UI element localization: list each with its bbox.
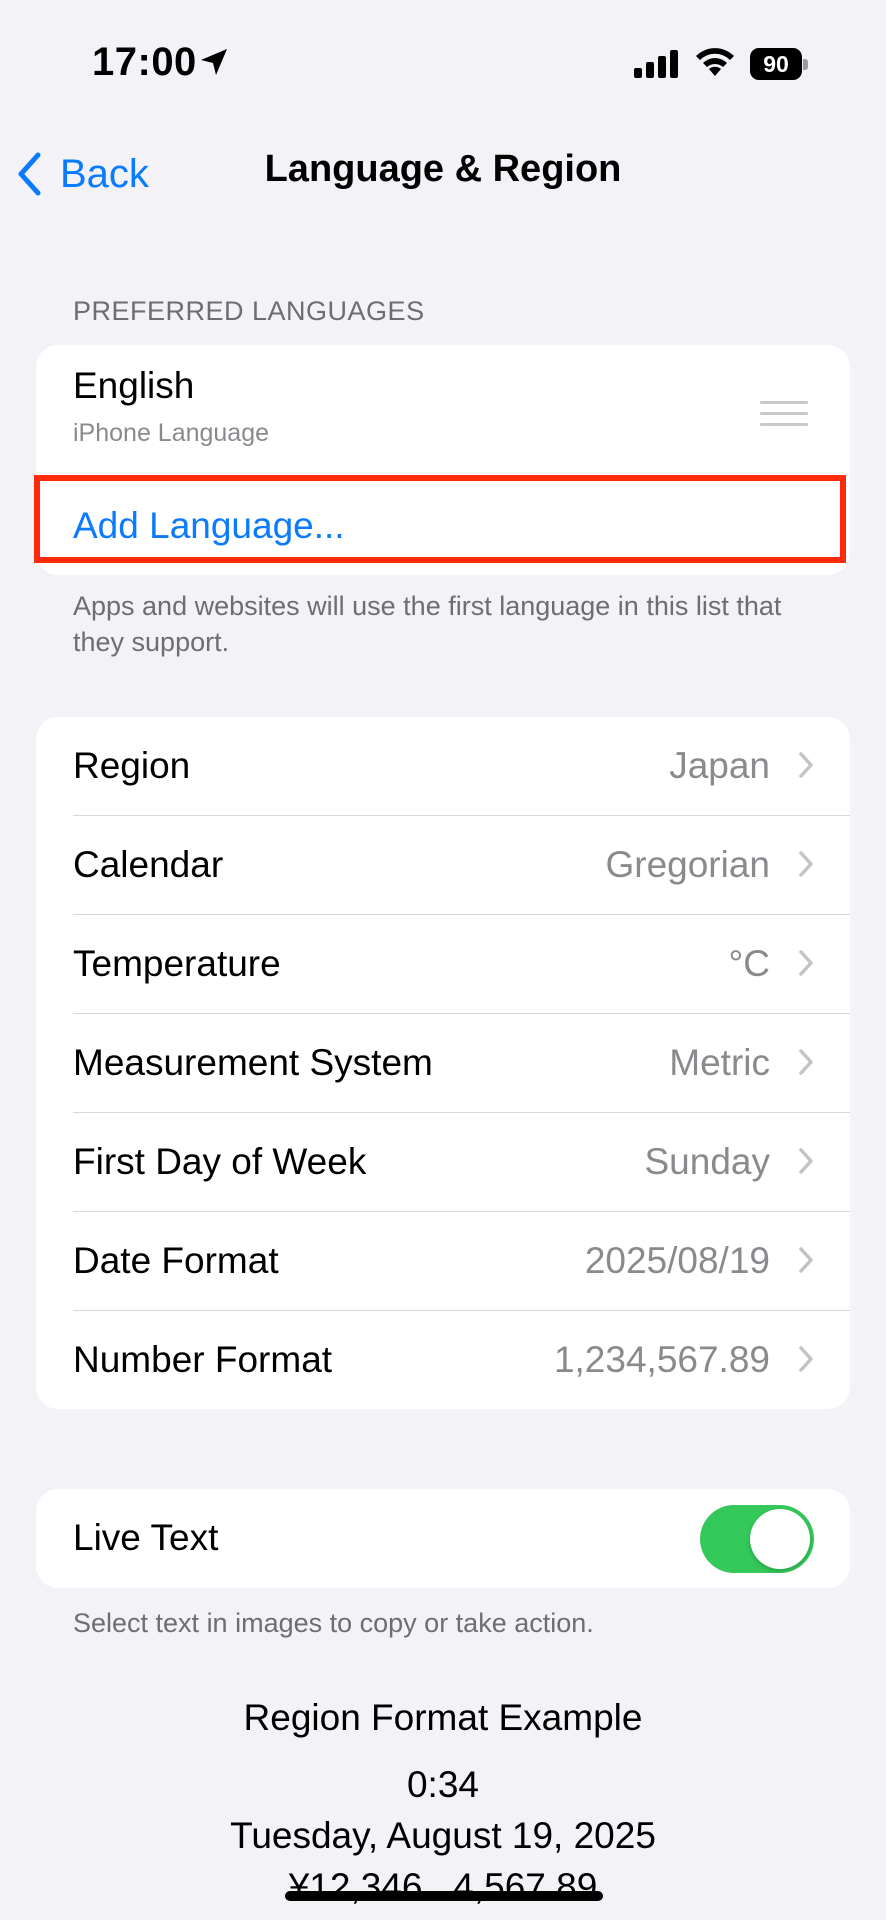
preferred-languages-header: PREFERRED LANGUAGES: [73, 296, 425, 326]
status-time: 17:00: [92, 40, 197, 84]
chevron-right-icon: [799, 851, 813, 877]
row-label: First Day of Week: [73, 1141, 367, 1182]
settings-row-date-format[interactable]: Date Format 2025/08/19: [36, 1212, 850, 1311]
row-label: Calendar: [73, 844, 224, 885]
region-format-example-time: 0:34: [406, 1764, 479, 1805]
region-settings-card: Region Japan Calendar Gregorian Temperat…: [36, 717, 850, 1409]
live-text-footer: Select text in images to copy or take ac…: [73, 1608, 594, 1638]
battery-level: 90: [763, 51, 789, 77]
language-subtitle: iPhone Language: [73, 419, 270, 447]
language-name: English: [73, 365, 195, 406]
status-bar: 17:00 90: [0, 0, 886, 130]
row-label: Measurement System: [73, 1042, 433, 1083]
live-text-toggle[interactable]: [700, 1505, 814, 1573]
chevron-right-icon: [799, 1049, 813, 1075]
row-label: Date Format: [73, 1240, 279, 1281]
chevron-right-icon: [799, 1148, 813, 1174]
chevron-right-icon: [799, 1247, 813, 1273]
row-value: Gregorian: [605, 844, 770, 885]
location-arrow-icon: [201, 49, 227, 75]
chevron-right-icon: [799, 752, 813, 778]
live-text-card: Live Text: [36, 1489, 850, 1588]
live-text-label: Live Text: [73, 1517, 219, 1558]
drag-handle-icon[interactable]: [760, 401, 808, 434]
settings-row-temperature[interactable]: Temperature °C: [36, 915, 850, 1014]
cellular-signal-icon: [634, 50, 678, 78]
page-title: Language & Region: [264, 148, 622, 190]
region-format-example-date: Tuesday, August 19, 2025: [230, 1815, 656, 1856]
wifi-icon: [696, 48, 734, 76]
toggle-knob: [750, 1509, 810, 1569]
region-format-example-numbers: ¥12,346 4,567.89: [288, 1866, 598, 1907]
settings-row-calendar[interactable]: Calendar Gregorian: [36, 816, 850, 915]
languages-footer: Apps and websites will use the first lan…: [73, 591, 782, 657]
row-value: 1,234,567.89: [553, 1339, 770, 1380]
row-value: 2025/08/19: [584, 1240, 770, 1281]
row-label: Temperature: [73, 943, 281, 984]
settings-row-number-format[interactable]: Number Format 1,234,567.89: [36, 1311, 850, 1409]
settings-row-measurement-system[interactable]: Measurement System Metric: [36, 1014, 850, 1113]
row-label: Region: [73, 745, 191, 786]
row-value: Japan: [669, 745, 770, 786]
region-format-example-title: Region Format Example: [243, 1697, 643, 1738]
row-value: Metric: [669, 1042, 770, 1083]
settings-row-live-text: Live Text: [36, 1489, 850, 1588]
settings-row-region[interactable]: Region Japan: [36, 717, 850, 816]
chevron-right-icon: [799, 950, 813, 976]
highlight-annotation: [34, 475, 846, 563]
row-label: Number Format: [73, 1339, 333, 1380]
home-indicator[interactable]: [285, 1891, 603, 1901]
chevron-right-icon: [799, 1346, 813, 1372]
row-value: °C: [728, 943, 770, 984]
language-row-english[interactable]: English iPhone Language: [36, 345, 850, 475]
navigation-bar: Back Language & Region: [0, 130, 886, 210]
battery-icon: 90: [750, 48, 808, 80]
row-value: Sunday: [644, 1141, 771, 1182]
settings-row-first-day-of-week[interactable]: First Day of Week Sunday: [36, 1113, 850, 1212]
